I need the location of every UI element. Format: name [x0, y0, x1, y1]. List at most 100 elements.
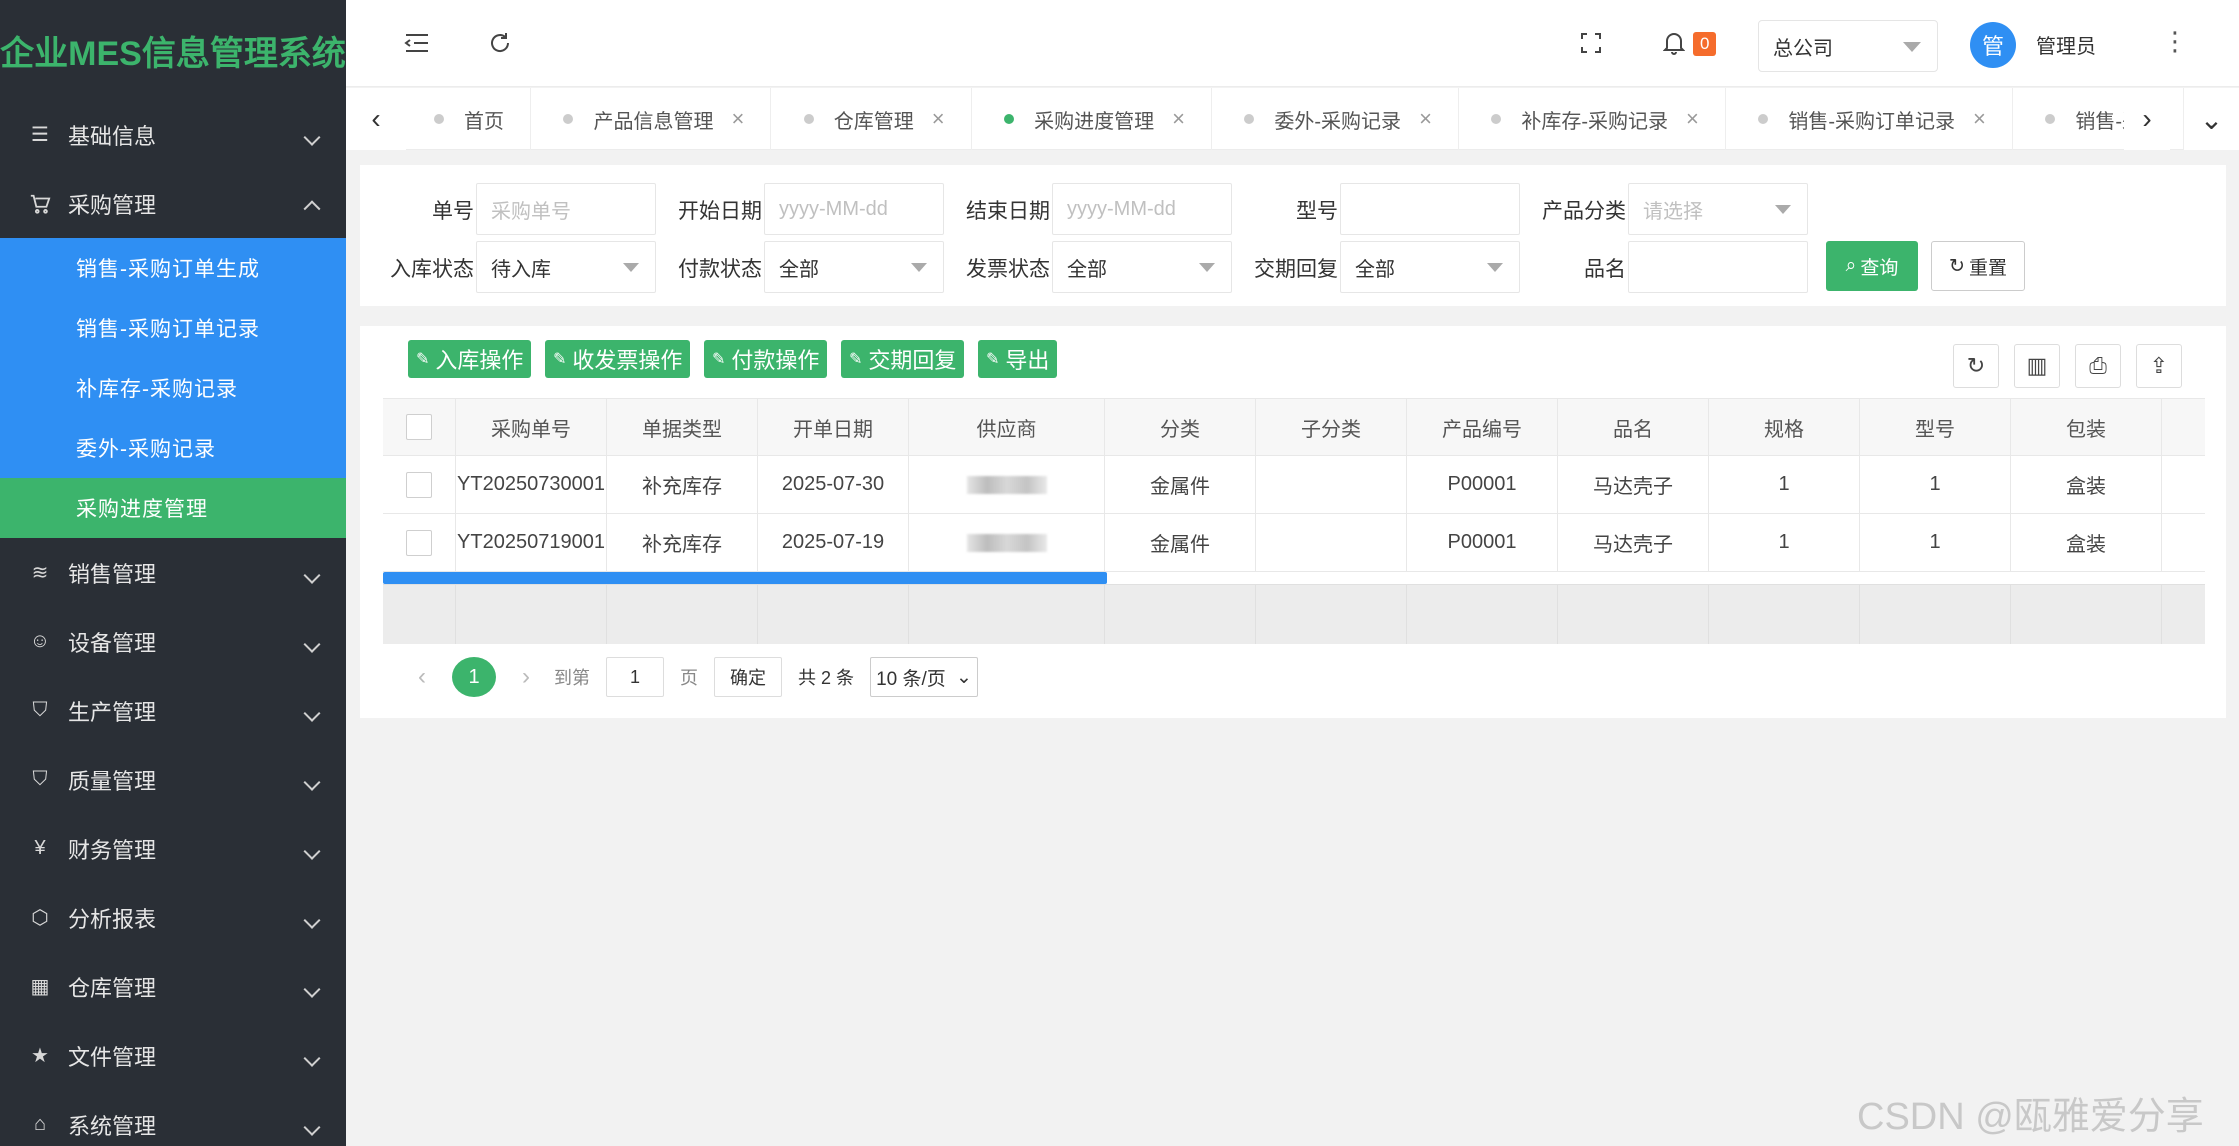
menu-item-purchase[interactable]: 采购管理: [0, 169, 346, 238]
bell-icon[interactable]: [1657, 26, 1691, 60]
menu-item-sales[interactable]: ≋ 销售管理: [0, 538, 346, 607]
menu-item-label: 分析报表: [68, 906, 157, 932]
close-icon[interactable]: ×: [932, 106, 945, 132]
tab-menu-chevron-down-icon[interactable]: ⌄: [2183, 88, 2239, 150]
tab-dot-icon: [563, 114, 574, 124]
page-size-select[interactable]: 10 条/页 ⌄: [870, 657, 979, 697]
company-select[interactable]: 总公司: [1758, 20, 1938, 72]
menu-item-label: 仓库管理: [68, 975, 157, 1001]
close-icon[interactable]: ×: [1172, 106, 1185, 132]
menu-item-basic-info[interactable]: ☰ 基础信息: [0, 100, 346, 169]
column-header[interactable]: 分类: [1105, 399, 1256, 455]
collapse-menu-icon[interactable]: [400, 26, 434, 60]
table-cell: YT20250719001: [456, 514, 607, 571]
more-vertical-icon[interactable]: ⋮: [2162, 26, 2188, 57]
menu-item-equipment[interactable]: ☺ 设备管理: [0, 607, 346, 676]
close-icon[interactable]: ×: [1686, 106, 1699, 132]
refresh-icon[interactable]: [483, 26, 517, 60]
prev-page-icon[interactable]: ‹: [406, 663, 438, 691]
submenu-item-sales-po-records[interactable]: 销售-采购订单记录: [0, 298, 346, 358]
query-button[interactable]: ⌕ 查询: [1826, 241, 1918, 291]
product-name-input[interactable]: [1628, 241, 1808, 293]
model-input[interactable]: [1340, 183, 1520, 235]
column-header-filler: [2162, 399, 2205, 455]
menu-item-warehouse[interactable]: ▦ 仓库管理: [0, 952, 346, 1021]
menu-item-files[interactable]: ★ 文件管理: [0, 1021, 346, 1090]
delivery-reply-value: 全部: [1355, 258, 1395, 281]
table-cell: [1256, 514, 1407, 571]
end-date-input[interactable]: yyyy-MM-dd: [1052, 183, 1232, 235]
menu-item-quality[interactable]: ⛉ 质量管理: [0, 745, 346, 814]
dropdown-caret-icon: [911, 263, 927, 272]
close-icon[interactable]: ×: [731, 106, 744, 132]
table-row[interactable]: YT20250730001 补充库存 2025-07-30 金属件 P00001…: [383, 456, 2205, 514]
row-checkbox[interactable]: [406, 471, 432, 498]
invoice-button[interactable]: ✎ 收发票操作: [545, 340, 691, 378]
table-refresh-icon[interactable]: ↻: [1953, 344, 1999, 388]
menu-item-finance[interactable]: ¥ 财务管理: [0, 814, 346, 883]
chevron-down-icon: [303, 1118, 321, 1136]
column-header[interactable]: 供应商: [909, 399, 1105, 455]
page-number-current[interactable]: 1: [452, 657, 496, 697]
close-icon[interactable]: ×: [1419, 106, 1432, 132]
submenu-item-outsource-records[interactable]: 委外-采购记录: [0, 418, 346, 478]
export-icon[interactable]: ⇪: [2136, 344, 2182, 388]
tab-purchase-progress[interactable]: 采购进度管理 ×: [976, 88, 1212, 150]
column-header[interactable]: 采购单号: [456, 399, 607, 455]
reset-button[interactable]: ↻ 重置: [1931, 241, 2025, 291]
submenu-item-progress-management[interactable]: 采购进度管理: [0, 478, 346, 538]
submenu-item-restock-records[interactable]: 补库存-采购记录: [0, 358, 346, 418]
tab-scroll-right-icon[interactable]: ›: [2124, 88, 2170, 150]
pay-status-select[interactable]: 全部: [764, 241, 944, 293]
horizontal-scrollbar[interactable]: [383, 572, 1107, 584]
start-date-input[interactable]: yyyy-MM-dd: [764, 183, 944, 235]
tab-warehouse[interactable]: 仓库管理 ×: [776, 88, 972, 150]
submenu-item-sales-po-generate[interactable]: 销售-采购订单生成: [0, 238, 346, 298]
delivery-reply-select[interactable]: 全部: [1340, 241, 1520, 293]
order-no-input[interactable]: 采购单号: [476, 183, 656, 235]
stock-in-button[interactable]: ✎ 入库操作: [408, 340, 532, 378]
menu-item-system[interactable]: ⌂ 系统管理: [0, 1090, 346, 1146]
tab-dot-icon: [1758, 114, 1769, 124]
goto-confirm-button[interactable]: 确定: [714, 657, 782, 697]
menu-item-label: 基础信息: [68, 123, 157, 149]
export-button[interactable]: ✎ 导出: [978, 340, 1058, 378]
chevron-down-icon: [303, 980, 321, 998]
column-header[interactable]: 包装: [2011, 399, 2162, 455]
menu-item-production[interactable]: ⛉ 生产管理: [0, 676, 346, 745]
username[interactable]: 管理员: [2036, 30, 2096, 59]
category-select[interactable]: 请选择: [1628, 183, 1808, 235]
fullscreen-icon[interactable]: [1574, 26, 1608, 60]
tab-outsource-records[interactable]: 委外-采购记录 ×: [1216, 88, 1459, 150]
next-page-icon[interactable]: ›: [510, 663, 542, 691]
column-header[interactable]: 规格: [1709, 399, 1860, 455]
delivery-reply-button[interactable]: ✎ 交期回复: [841, 340, 965, 378]
column-header[interactable]: 产品编号: [1407, 399, 1558, 455]
table-cell: P00001: [1407, 456, 1558, 513]
column-header[interactable]: 品名: [1558, 399, 1709, 455]
columns-icon[interactable]: ▥: [2014, 344, 2060, 388]
column-header[interactable]: 单据类型: [607, 399, 758, 455]
invoice-status-select[interactable]: 全部: [1052, 241, 1232, 293]
menu-item-reports[interactable]: ⬡ 分析报表: [0, 883, 346, 952]
close-icon[interactable]: ×: [1973, 106, 1986, 132]
footer-cell: [607, 585, 758, 644]
tab-scroll-left-icon[interactable]: ‹: [346, 88, 406, 150]
column-header[interactable]: 子分类: [1256, 399, 1407, 455]
tab-sales-po-records[interactable]: 销售-采购订单记录 ×: [1730, 88, 2013, 150]
payment-button[interactable]: ✎ 付款操作: [704, 340, 828, 378]
avatar[interactable]: 管: [1970, 22, 2016, 68]
tab-product-info[interactable]: 产品信息管理 ×: [535, 88, 772, 150]
select-all-checkbox[interactable]: [406, 414, 432, 440]
column-header[interactable]: 型号: [1860, 399, 2011, 455]
tab-home[interactable]: 首页: [406, 88, 531, 150]
table-row[interactable]: YT20250719001 补充库存 2025-07-19 金属件 P00001…: [383, 514, 2205, 572]
print-icon[interactable]: ⎙: [2075, 344, 2121, 388]
row-checkbox[interactable]: [406, 529, 432, 556]
table-cell: YT20250730001: [456, 456, 607, 513]
stock-status-select[interactable]: 待入库: [476, 241, 656, 293]
goto-page-input[interactable]: 1: [606, 657, 664, 697]
tab-restock-records[interactable]: 补库存-采购记录 ×: [1463, 88, 1726, 150]
column-header[interactable]: 开单日期: [758, 399, 909, 455]
dropdown-caret-icon: [623, 263, 639, 272]
